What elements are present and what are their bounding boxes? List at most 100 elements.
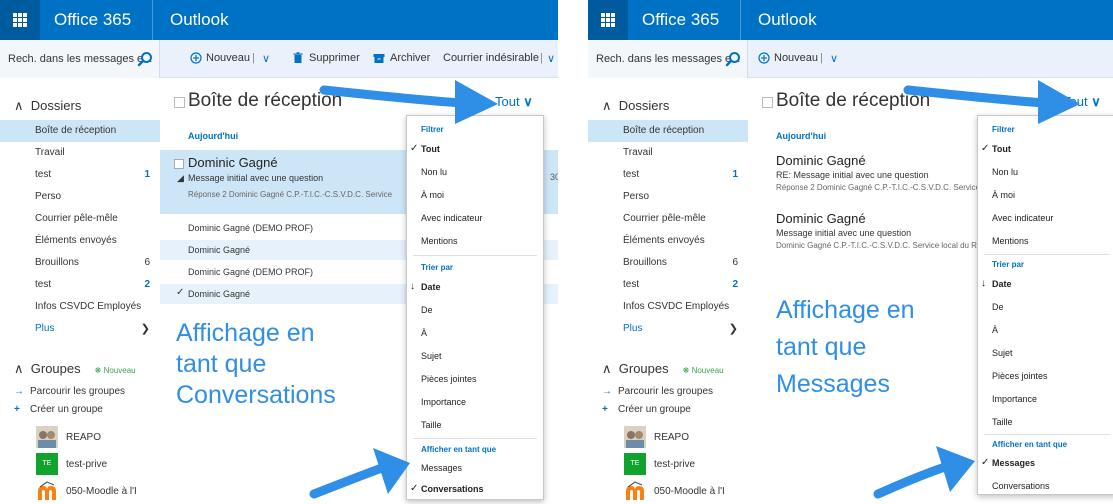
- folder-infos-csvdc[interactable]: Infos CSVDC Employés: [0, 296, 160, 318]
- folder-test-2[interactable]: test 2: [0, 274, 160, 296]
- chevron-down-icon[interactable]: ∨: [547, 52, 555, 65]
- menu-item-flagged[interactable]: Avec indicateur: [407, 207, 543, 230]
- view-options-menu: Filtrer ✓ Tout Non lu À moi Avec indicate…: [406, 115, 544, 500]
- annotation-label: Affichage en tant que Messages: [776, 292, 915, 403]
- folder-test[interactable]: test 1: [588, 164, 748, 186]
- folder-more[interactable]: Plus ❯: [588, 318, 748, 340]
- menu-item-sort-size[interactable]: Taille: [407, 414, 543, 437]
- menu-item-view-messages[interactable]: Messages: [407, 457, 543, 480]
- menu-item-unread[interactable]: Non lu: [407, 161, 543, 184]
- filter-dropdown-button[interactable]: Tout ∨: [495, 94, 533, 110]
- archive-button[interactable]: Archiver: [390, 52, 430, 64]
- search-input[interactable]: Rech. dans les messages e...: [588, 40, 748, 78]
- menu-item-sort-date[interactable]: ↓ Date: [978, 273, 1113, 296]
- folder-clutter[interactable]: Courrier pêle-mêle: [0, 208, 160, 230]
- menu-item-sort-attachments[interactable]: Pièces jointes: [407, 368, 543, 391]
- browse-groups-link[interactable]: → Parcourir les groupes: [14, 386, 125, 397]
- expand-thread-icon[interactable]: ◢: [177, 173, 184, 184]
- menu-item-to-me[interactable]: À moi: [978, 184, 1113, 207]
- brand-title[interactable]: Office 365: [54, 10, 131, 30]
- menu-item-view-messages[interactable]: ✓ Messages: [978, 452, 1113, 475]
- select-all-checkbox[interactable]: [762, 97, 773, 108]
- delete-button[interactable]: Supprimer: [309, 52, 360, 64]
- chevron-down-icon[interactable]: ∨: [830, 52, 838, 65]
- search-icon[interactable]: [137, 51, 153, 67]
- menu-item-sort-subject[interactable]: Sujet: [978, 342, 1113, 365]
- menu-item-to-me[interactable]: À moi: [407, 184, 543, 207]
- create-group-link[interactable]: + Créer un groupe: [602, 404, 691, 415]
- menu-item-sort-date[interactable]: ↓ Date: [407, 276, 543, 299]
- menu-item-label: Sujet: [421, 351, 442, 361]
- group-reapo[interactable]: REAPO: [36, 426, 156, 448]
- group-moodle[interactable]: 050-Moodle à l'I: [624, 480, 744, 502]
- menu-item-sort-from[interactable]: De: [978, 296, 1113, 319]
- folder-travail[interactable]: Travail: [0, 142, 160, 164]
- menu-item-sort-size[interactable]: Taille: [978, 411, 1113, 434]
- menu-item-mentions[interactable]: Mentions: [407, 230, 543, 253]
- groups-heading[interactable]: ∧ Groupes ❋ Nouveau: [602, 361, 724, 377]
- group-test-prive[interactable]: TE test-prive: [36, 453, 156, 475]
- folder-label: Plus: [35, 323, 55, 334]
- folder-test[interactable]: test 1: [0, 164, 160, 186]
- filter-dropdown-button[interactable]: Tout ∨: [1063, 94, 1101, 110]
- menu-item-sort-to[interactable]: À: [407, 322, 543, 345]
- menu-item-sort-subject[interactable]: Sujet: [407, 345, 543, 368]
- menu-item-flagged[interactable]: Avec indicateur: [978, 207, 1113, 230]
- menu-item-sort-attachments[interactable]: Pièces jointes: [978, 365, 1113, 388]
- folder-sent[interactable]: Éléments envoyés: [0, 230, 160, 252]
- folder-inbox[interactable]: Boîte de réception: [0, 120, 160, 142]
- folder-label: Courrier pêle-mêle: [35, 213, 118, 224]
- folders-heading[interactable]: ∧ Dossiers: [14, 98, 81, 114]
- menu-item-all[interactable]: ✓ Tout: [407, 138, 543, 161]
- search-input[interactable]: Rech. dans les messages e...: [0, 40, 160, 78]
- folder-test-2[interactable]: test 2: [588, 274, 748, 296]
- group-test-prive[interactable]: TE test-prive: [624, 453, 744, 475]
- group-moodle[interactable]: 050-Moodle à l'I: [36, 480, 156, 502]
- create-group-link[interactable]: + Créer un groupe: [14, 404, 103, 415]
- new-button[interactable]: Nouveau: [774, 52, 818, 64]
- group-label: test-prive: [66, 459, 108, 470]
- search-icon[interactable]: [725, 51, 741, 67]
- group-reapo[interactable]: REAPO: [624, 426, 744, 448]
- menu-item-mentions[interactable]: Mentions: [978, 230, 1113, 253]
- folder-clutter[interactable]: Courrier pêle-mêle: [588, 208, 748, 230]
- folder-inbox[interactable]: Boîte de réception: [588, 120, 748, 142]
- menu-item-sort-importance[interactable]: Importance: [407, 391, 543, 414]
- chevron-down-icon[interactable]: ∨: [262, 52, 270, 65]
- menu-item-sort-importance[interactable]: Importance: [978, 388, 1113, 411]
- menu-item-view-conversations[interactable]: Conversations: [978, 475, 1113, 498]
- folders-heading[interactable]: ∧ Dossiers: [602, 98, 669, 114]
- folder-travail[interactable]: Travail: [588, 142, 748, 164]
- menu-item-sort-from[interactable]: De: [407, 299, 543, 322]
- folder-perso[interactable]: Perso: [0, 186, 160, 208]
- folder-label: test: [35, 169, 52, 180]
- folder-label: Courrier pêle-mêle: [623, 213, 706, 224]
- select-all-checkbox[interactable]: [174, 97, 185, 108]
- brand-title[interactable]: Office 365: [642, 10, 719, 30]
- groups-heading-label: Groupes: [618, 361, 669, 376]
- junk-button[interactable]: Courrier indésirable: [443, 52, 539, 64]
- app-launcher-button[interactable]: [0, 0, 40, 40]
- menu-item-all[interactable]: ✓ Tout: [978, 138, 1113, 161]
- chevron-down-icon: ∨: [1091, 94, 1101, 109]
- message-checkbox[interactable]: [174, 159, 184, 169]
- folder-label: Infos CSVDC Employés: [623, 301, 730, 312]
- folder-drafts[interactable]: Brouillons 6: [0, 252, 160, 274]
- menu-item-view-conversations[interactable]: ✓ Conversations: [407, 478, 543, 501]
- waffle-icon: [601, 13, 615, 27]
- create-group-label: Créer un groupe: [618, 404, 691, 415]
- folder-perso[interactable]: Perso: [588, 186, 748, 208]
- folder-drafts[interactable]: Brouillons 6: [588, 252, 748, 274]
- browse-groups-link[interactable]: → Parcourir les groupes: [602, 386, 713, 397]
- folder-infos-csvdc[interactable]: Infos CSVDC Employés: [588, 296, 748, 318]
- app-launcher-button[interactable]: [588, 0, 628, 40]
- folder-sent[interactable]: Éléments envoyés: [588, 230, 748, 252]
- app-name[interactable]: Outlook: [758, 10, 817, 30]
- folder-more[interactable]: Plus ❯: [0, 318, 160, 340]
- groups-heading[interactable]: ∧ Groupes ❋ Nouveau: [14, 361, 136, 377]
- new-button[interactable]: Nouveau: [206, 52, 250, 64]
- app-name[interactable]: Outlook: [170, 10, 229, 30]
- menu-item-unread[interactable]: Non lu: [978, 161, 1113, 184]
- item-count: 6: [144, 257, 150, 268]
- menu-item-sort-to[interactable]: À: [978, 319, 1113, 342]
